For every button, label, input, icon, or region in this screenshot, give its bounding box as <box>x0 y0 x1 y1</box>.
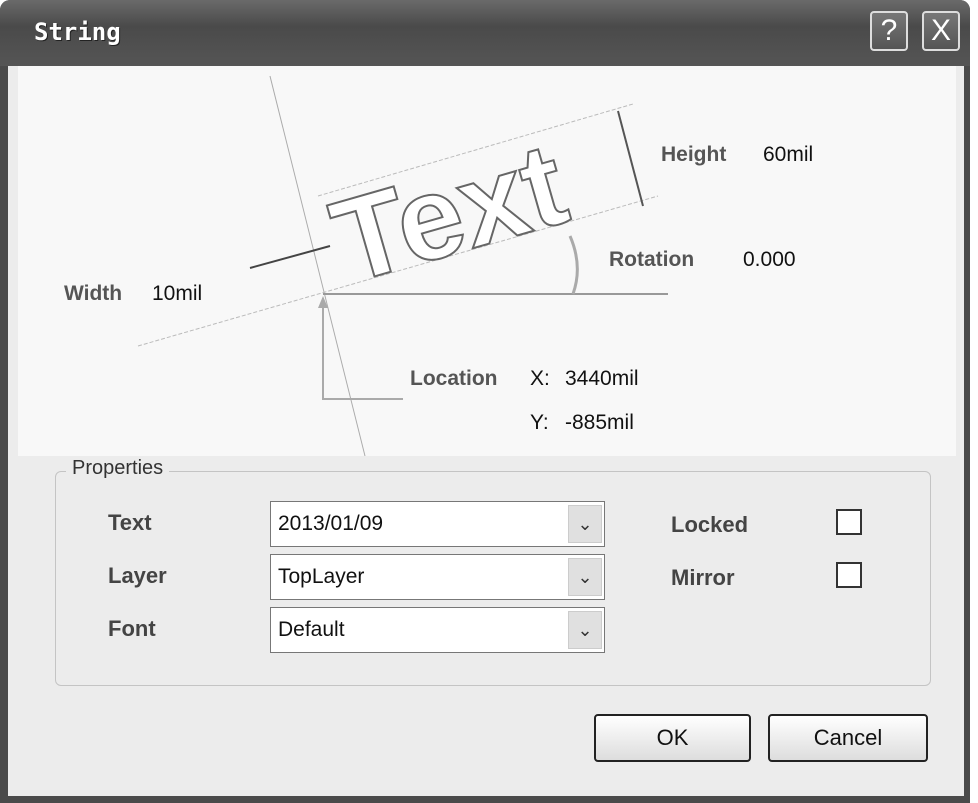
close-button[interactable]: X <box>922 11 960 51</box>
text-label: Text <box>108 510 152 535</box>
layer-combo[interactable]: TopLayer ⌄ <box>270 554 605 600</box>
mirror-label: Mirror <box>671 565 735 590</box>
dialog-title: String <box>34 18 121 46</box>
location-label: Location <box>410 367 498 390</box>
locked-label: Locked <box>671 512 749 537</box>
text-combo[interactable]: 2013/01/09 ⌄ <box>270 501 605 547</box>
diagram-graphic: Text <box>137 75 668 456</box>
layer-value: TopLayer <box>278 565 365 588</box>
rotation-value: 0.000 <box>743 248 796 271</box>
string-diagram: Text Height 60mil Rotation 0.000 Width 1… <box>18 66 956 456</box>
font-combo[interactable]: Default ⌄ <box>270 607 605 653</box>
x-label: X: <box>530 367 550 390</box>
text-input[interactable]: 2013/01/09 <box>278 512 383 536</box>
width-value: 10mil <box>152 282 203 305</box>
height-label: Height <box>661 143 727 166</box>
width-label: Width <box>64 282 123 305</box>
width-arrow-icon <box>249 245 331 269</box>
chevron-down-icon[interactable]: ⌄ <box>568 611 602 649</box>
ok-button[interactable]: OK <box>594 714 751 762</box>
y-label: Y: <box>530 411 549 434</box>
chevron-down-icon[interactable]: ⌄ <box>568 558 602 596</box>
dialog-body: Text Height 60mil Rotation 0.000 Width 1… <box>8 66 964 796</box>
height-value: 60mil <box>763 143 814 166</box>
string-dialog: String ? X Text Height 60mil Rotation 0.… <box>0 0 970 803</box>
mirror-checkbox[interactable] <box>836 562 862 588</box>
properties-group: Properties Text 2013/01/09 ⌄ Layer TopLay… <box>55 457 931 686</box>
rotation-label: Rotation <box>609 248 695 271</box>
font-value: Default <box>278 618 345 641</box>
svg-text:Text: Text <box>319 118 580 309</box>
title-bar: String ? X <box>0 0 970 66</box>
x-value: 3440mil <box>565 367 639 390</box>
properties-title: Properties <box>66 457 170 480</box>
location-bracket <box>322 298 403 400</box>
y-value: -885mil <box>565 411 634 434</box>
height-arrow-icon <box>617 110 644 207</box>
sample-text-graphic: Text <box>318 117 581 310</box>
cancel-button[interactable]: Cancel <box>768 714 928 762</box>
locked-checkbox[interactable] <box>836 509 862 535</box>
chevron-down-icon[interactable]: ⌄ <box>568 505 602 543</box>
help-button[interactable]: ? <box>870 11 908 51</box>
layer-label: Layer <box>108 563 167 588</box>
font-label: Font <box>108 616 156 641</box>
